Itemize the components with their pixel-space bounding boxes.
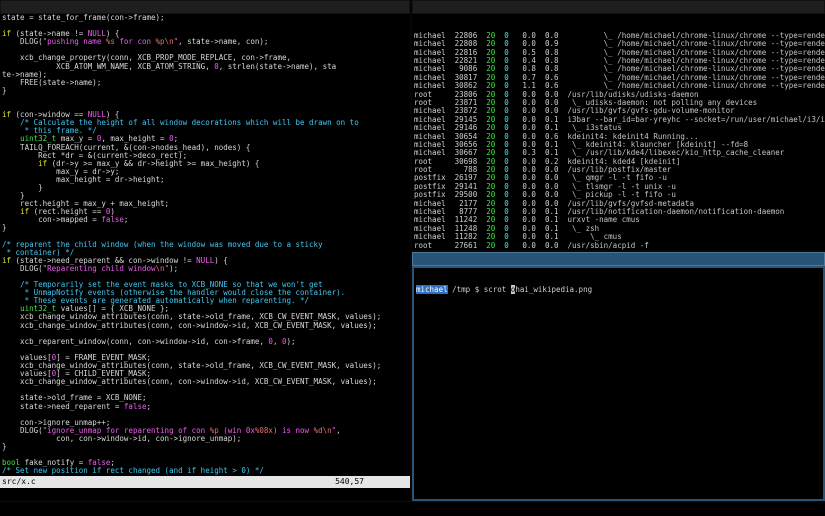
code-line: state->need_reparent = false; <box>2 403 408 411</box>
vim-statusline: src/x.c 540,57 <box>0 476 410 488</box>
process-list: michael 22806 20 0 0.0 0.0 \_ /home/mich… <box>414 32 823 250</box>
process-terminal-content[interactable]: michael 22806 20 0 0.0 0.0 \_ /home/mich… <box>412 14 825 250</box>
vim-code-area[interactable]: state = state_for_frame(con->frame); if … <box>0 14 410 476</box>
vim-statusline-spacer <box>36 476 335 488</box>
code-line: xcb_change_window_attributes(conn, con->… <box>2 322 408 330</box>
code-line: con->mapped = false; <box>2 216 408 224</box>
vim-commandline <box>0 488 410 501</box>
code-line: xcb_change_window_attributes(conn, con->… <box>2 378 408 386</box>
prompt-path: /tmp $ <box>448 285 484 294</box>
code-line: state = state_for_frame(con->frame); <box>2 14 408 22</box>
vim-window[interactable]: x.c (~/i3/src) - VIM state = state_for_f… <box>0 0 410 501</box>
code-line: } <box>2 87 408 95</box>
vim-window-titlebar[interactable]: x.c (~/i3/src) - VIM <box>0 0 410 14</box>
code-line: DLOG("Reparenting child window\n"); <box>2 265 408 273</box>
code-line: } <box>2 443 408 451</box>
code-line: con, con->window->id, con->ignore_unmap)… <box>2 435 408 443</box>
shell-command-line: michael /tmp $ scrot ohai_wikipedia.png <box>416 286 821 294</box>
scrot-terminal-window[interactable]: x200: scrot ohai_wikipedia.png michael /… <box>412 252 825 501</box>
vim-statusline-ruler: 540,57 <box>335 476 364 488</box>
code-line <box>2 95 408 103</box>
code-line: XCB_ATOM_WM_NAME, XCB_ATOM_STRING, 0, st… <box>2 63 408 71</box>
process-terminal-titlebar[interactable]: x200: michael <box>412 0 825 14</box>
process-terminal-window[interactable]: x200: michael michael 22806 20 0 0.0 0.0… <box>412 0 825 250</box>
scrot-terminal-titlebar[interactable]: x200: scrot ohai_wikipedia.png <box>412 252 825 266</box>
code-line: /* Set new position if rect changed (and… <box>2 467 408 475</box>
code-line: FREE(state->name); <box>2 79 408 87</box>
prompt-username: michael <box>416 285 448 294</box>
vim-statusline-filename: src/x.c <box>2 476 36 488</box>
code-line: max_height = dr->height; <box>2 176 408 184</box>
i3-statusbar: 2001:4d88:100e:23:3e97:eff:fe2a:f5b8 | 5… <box>0 501 825 516</box>
code-line: DLOG("pushing name %s for con %p\n", sta… <box>2 38 408 46</box>
code-line: } <box>2 224 408 232</box>
code-line: xcb_reparent_window(conn, con->window->i… <box>2 338 408 346</box>
scrot-terminal-content[interactable]: michael /tmp $ scrot ohai_wikipedia.png <box>412 266 825 501</box>
code-line: } <box>2 184 408 192</box>
typed-command: scrot <box>484 285 511 294</box>
typed-command-tail: hai_wikipedia.png <box>515 285 592 294</box>
